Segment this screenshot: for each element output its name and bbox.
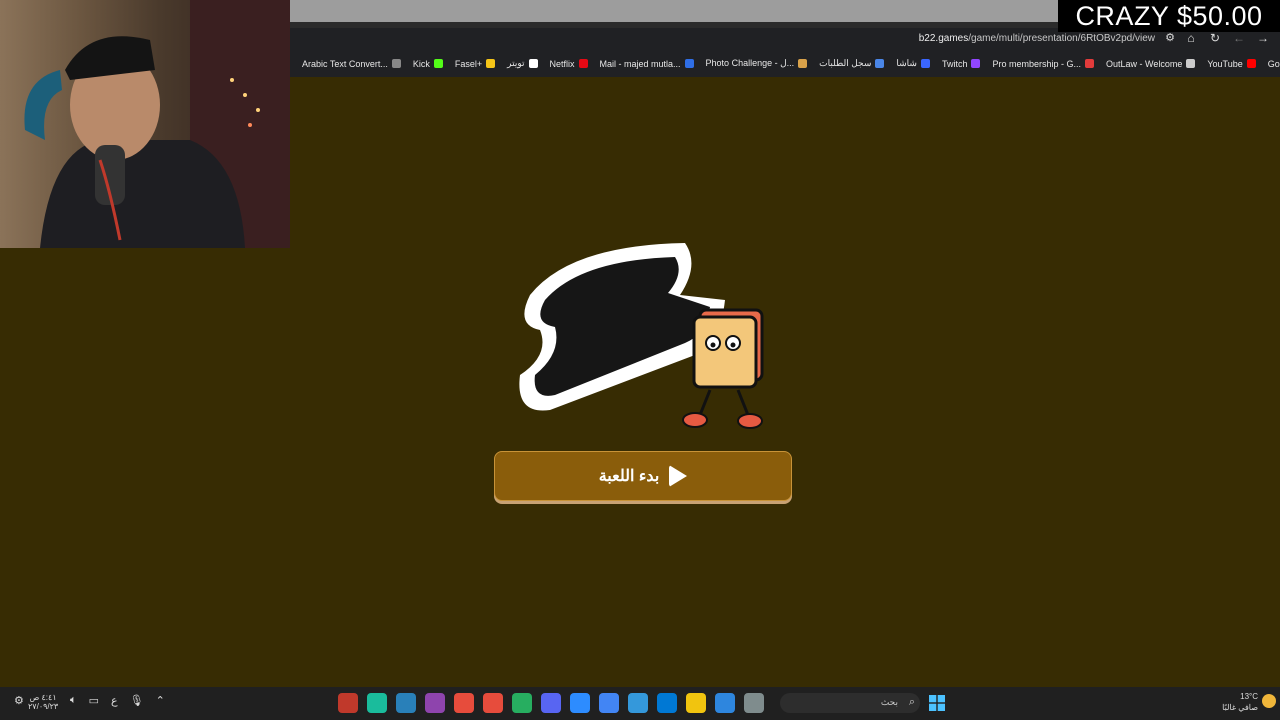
taskbar-app-icon[interactable]	[396, 693, 416, 713]
donation-alert: CRAZY $50.00	[1058, 0, 1280, 32]
taskbar-app-icon[interactable]	[686, 693, 706, 713]
bookmark-label: Google	[1267, 58, 1280, 69]
url-text[interactable]: b22.games/game/multi/presentation/6RtOBv…	[919, 33, 1155, 44]
bookmark-favicon-icon	[433, 59, 443, 68]
taskbar-app-icon[interactable]	[483, 693, 503, 713]
bookmark-item[interactable]: Fasel+	[454, 58, 496, 69]
bookmark-label: YouTube	[1207, 58, 1243, 69]
bookmark-favicon-icon	[1085, 59, 1094, 68]
clock-time: ٤:٤١ ص	[29, 693, 57, 702]
clock-date: ٢٧/٠٩/٢٣	[28, 702, 59, 711]
url-path: /game/multi/presentation/6RtOBv2pd/view	[968, 33, 1155, 44]
taskbar-app-icon[interactable]	[628, 693, 648, 713]
webcam-overlay	[0, 0, 290, 248]
play-icon	[669, 465, 688, 487]
bookmark-item[interactable]: Mail - majed mutla...	[600, 59, 694, 69]
clock[interactable]: ٤:٤١ ص ٢٧/٠٩/٢٣	[28, 693, 58, 711]
bookmark-label: Arabic Text Convert...	[302, 58, 388, 69]
tray-icons: 🔈︎ ▭ ع 🎙︎ ⌃	[70, 694, 165, 707]
pinned-apps	[338, 693, 764, 713]
network-icon[interactable]: ▭	[89, 694, 99, 707]
bookmark-favicon-icon	[578, 59, 588, 68]
taskbar-app-icon[interactable]	[512, 693, 532, 713]
bookmark-item[interactable]: شاشا	[896, 58, 930, 69]
search-placeholder: بحث	[880, 697, 898, 707]
bookmark-favicon-icon	[798, 59, 808, 68]
bookmark-item[interactable]: Google	[1268, 59, 1280, 69]
reload-icon[interactable]: ↻	[1208, 31, 1222, 45]
taskbar-app-icon[interactable]	[599, 693, 619, 713]
start-game-label: بدء اللعبة	[598, 468, 660, 485]
back-icon[interactable]: →	[1256, 31, 1270, 45]
taskbar-search[interactable]: بحث ⌕	[780, 693, 920, 713]
bookmark-label: Netflix	[549, 58, 575, 69]
weather-temp: 13°C	[1240, 692, 1258, 701]
system-tray: ⚙	[14, 694, 24, 707]
bookmark-favicon-icon	[920, 59, 930, 68]
microphone-icon[interactable]: 🎙︎	[130, 694, 144, 707]
bookmark-favicon-icon	[875, 59, 885, 68]
bookmark-item[interactable]: YouTube	[1207, 58, 1256, 69]
weather-sun-icon	[1262, 694, 1276, 708]
bookmark-favicon-icon	[391, 59, 401, 68]
site-settings-icon[interactable]: ⚙	[1165, 31, 1175, 44]
bookmark-label: Photo Challenge - ل...	[705, 58, 795, 68]
bookmark-label: Twitch	[941, 58, 968, 69]
bookmark-item[interactable]: تويتر	[507, 58, 538, 69]
forward-icon[interactable]: ←	[1232, 31, 1246, 45]
volume-icon[interactable]: 🔈︎	[70, 694, 77, 707]
language-indicator[interactable]: ع	[111, 694, 118, 707]
home-icon[interactable]: ⌂	[1184, 31, 1198, 45]
chevron-up-icon[interactable]: ⌃	[156, 694, 165, 707]
game-logo	[519, 243, 764, 429]
taskbar-app-icon[interactable]	[570, 693, 590, 713]
taskbar-app-icon[interactable]	[541, 693, 561, 713]
bookmark-item[interactable]: Kick	[413, 59, 443, 69]
bookmark-item[interactable]: Twitch	[942, 59, 981, 69]
bookmark-label: شاشا	[896, 58, 917, 68]
mascot-icon	[682, 308, 764, 429]
weather-desc: صافي غالبًا	[1222, 703, 1258, 712]
bookmark-label: OutLaw - Welcome	[1106, 58, 1183, 69]
bookmark-favicon-icon	[971, 59, 981, 68]
bookmark-label: Mail - majed mutla...	[599, 58, 681, 69]
taskbar-app-icon[interactable]	[338, 693, 358, 713]
taskbar-app-icon[interactable]	[367, 693, 387, 713]
taskbar-app-icon[interactable]	[657, 693, 677, 713]
taskbar: ⚙ ٤:٤١ ص ٢٧/٠٩/٢٣ 🔈︎ ▭ ع 🎙︎ ⌃ بحث ⌕ 13°C…	[0, 687, 1280, 720]
bookmark-favicon-icon	[1246, 59, 1256, 68]
bookmark-favicon-icon	[528, 59, 538, 68]
weather-widget[interactable]: 13°C صافي غالبًا	[1222, 691, 1258, 713]
bookmark-favicon-icon	[486, 59, 496, 68]
taskbar-app-icon[interactable]	[454, 693, 474, 713]
bookmark-item[interactable]: Netflix	[550, 59, 588, 69]
bookmark-label: تويتر	[507, 58, 525, 68]
url-domain: b22.games	[918, 33, 969, 44]
bookmark-label: سجل الطلبات	[819, 58, 872, 68]
bookmark-item[interactable]: Arabic Text Convert...	[302, 59, 401, 69]
nav-controls: ⌂ ↻ ← →	[1184, 31, 1270, 45]
bookmark-item[interactable]: Photo Challenge - ل...	[706, 58, 808, 69]
taskbar-app-icon[interactable]	[425, 693, 445, 713]
streamer-image	[24, 0, 290, 248]
taskbar-app-icon[interactable]	[715, 693, 735, 713]
start-game-button[interactable]: بدء اللعبة	[494, 451, 792, 501]
settings-icon[interactable]: ⚙	[14, 694, 24, 707]
bookmarks-bar: Arabic Text Convert... Kick Fasel+ تويتر Net…	[290, 50, 1280, 77]
bookmark-label: Kick	[412, 58, 430, 69]
bookmark-item[interactable]: سجل الطلبات	[819, 58, 885, 69]
bookmark-item[interactable]: OutLaw - Welcome	[1106, 58, 1196, 69]
bookmark-label: Fasel+	[454, 58, 483, 69]
bookmark-item[interactable]: Pro membership - G...	[992, 59, 1094, 69]
windows-start-icon[interactable]	[929, 695, 945, 711]
bookmark-favicon-icon	[1186, 59, 1196, 68]
bookmark-favicon-icon	[684, 59, 694, 68]
taskbar-app-icon[interactable]	[744, 693, 764, 713]
search-icon: ⌕	[908, 696, 915, 708]
bookmark-label: Pro membership - G...	[992, 58, 1081, 69]
